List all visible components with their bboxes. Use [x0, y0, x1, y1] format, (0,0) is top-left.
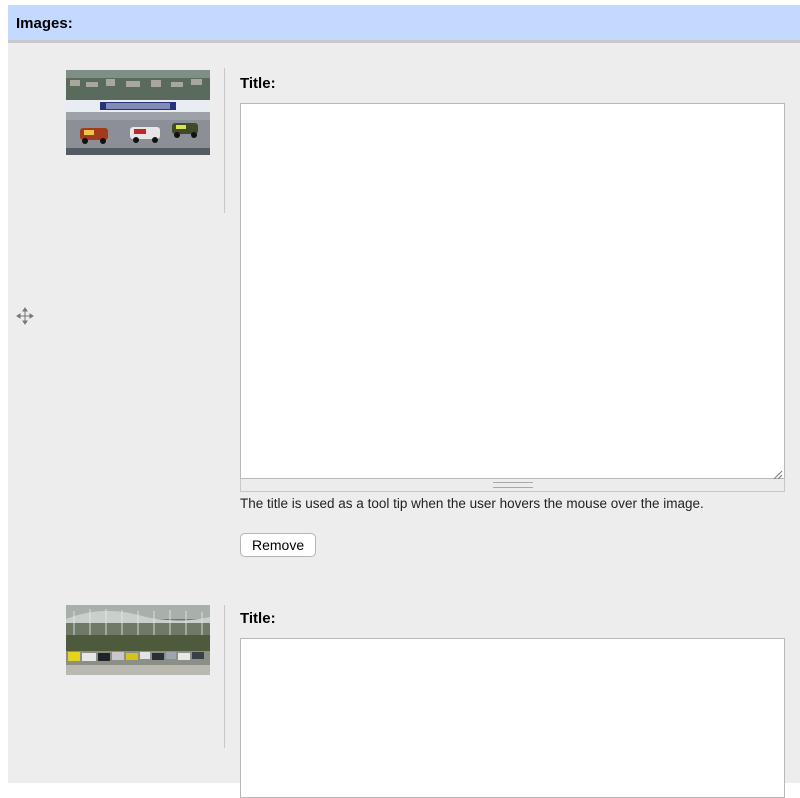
images-panel: Images: Title: The title is used as a to…: [8, 5, 800, 798]
title-help-text: The title is used as a tool tip when the…: [240, 496, 704, 511]
title-input[interactable]: [240, 103, 785, 479]
race-cars-on-track-photo: [66, 70, 210, 155]
section-header: Images:: [8, 5, 800, 43]
race-cars-pack-photo: [66, 605, 210, 675]
remove-button[interactable]: Remove: [240, 533, 317, 557]
image-thumbnail[interactable]: [66, 605, 210, 675]
move-arrows-icon[interactable]: [16, 307, 34, 325]
image-thumbnail[interactable]: [66, 70, 210, 155]
title-input[interactable]: [240, 638, 785, 798]
divider: [224, 68, 225, 213]
title-label: Title:: [240, 75, 276, 92]
section-title: Images:: [16, 15, 73, 32]
resize-corner-icon[interactable]: [773, 467, 783, 480]
textarea-resize-bar[interactable]: [240, 479, 785, 492]
grip-icon: [492, 482, 533, 488]
divider: [224, 605, 225, 748]
title-label: Title:: [240, 610, 276, 627]
